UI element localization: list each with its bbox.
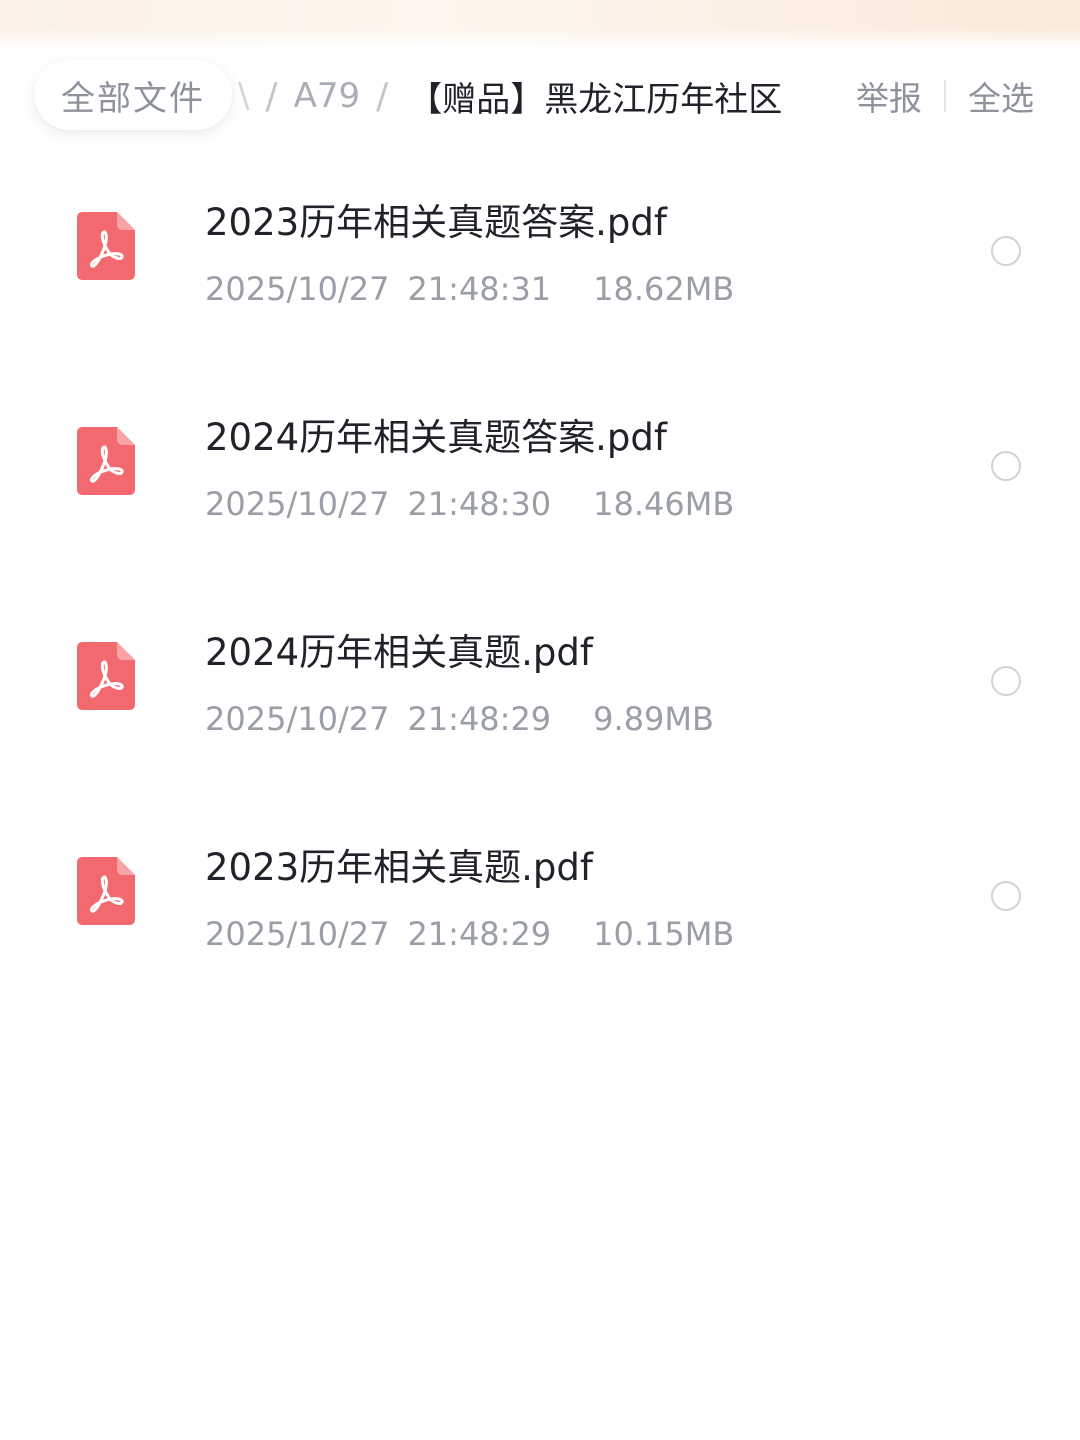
file-select-radio[interactable] [991,451,1021,481]
file-date: 2025/10/27 [205,915,390,953]
file-meta: 2025/10/27 21:48:29 9.89MB [205,700,714,738]
file-row[interactable]: 2023历年相关真题.pdf 2025/10/27 21:48:29 10.15… [0,811,1080,1026]
file-time: 21:48:29 [407,700,552,738]
file-browser-page: 全部文件 \ / A79 / 【赠品】黑龙江历年社区 举报 全选 2023历年相… [0,0,1080,1440]
file-select-radio[interactable] [991,881,1021,911]
file-meta: 2025/10/27 21:48:31 18.62MB [205,270,734,308]
top-gradient-strip [0,0,1080,48]
breadcrumb-separator: / [265,75,278,117]
file-size: 10.15MB [593,915,735,953]
breadcrumb-truncated-fragment: \ [238,76,250,116]
select-all-button[interactable]: 全选 [968,72,1034,120]
file-date: 2025/10/27 [205,700,390,738]
breadcrumb-separator: / [376,75,389,117]
file-name: 2024历年相关真题.pdf [205,631,593,674]
file-time: 21:48:30 [407,485,552,523]
file-meta: 2025/10/27 21:48:29 10.15MB [205,915,734,953]
file-list: 2023历年相关真题答案.pdf 2025/10/27 21:48:31 18.… [0,166,1080,1026]
file-row[interactable]: 2024历年相关真题答案.pdf 2025/10/27 21:48:30 18.… [0,381,1080,596]
file-date: 2025/10/27 [205,270,390,308]
header-actions: 举报 全选 [856,56,1034,136]
file-size: 9.89MB [593,700,714,738]
file-size: 18.46MB [593,485,735,523]
file-name: 2023历年相关真题答案.pdf [205,201,667,244]
file-row[interactable]: 2023历年相关真题答案.pdf 2025/10/27 21:48:31 18.… [0,166,1080,381]
pdf-icon [77,427,135,495]
report-button[interactable]: 举报 [856,72,922,120]
breadcrumb-current-folder: 【赠品】黑龙江历年社区 [408,79,783,120]
file-time: 21:48:31 [407,270,552,308]
action-divider [944,80,946,112]
file-select-radio[interactable] [991,666,1021,696]
pdf-icon [77,857,135,925]
file-row[interactable]: 2024历年相关真题.pdf 2025/10/27 21:48:29 9.89M… [0,596,1080,811]
file-name: 2023历年相关真题.pdf [205,846,593,889]
file-select-radio[interactable] [991,236,1021,266]
file-meta: 2025/10/27 21:48:30 18.46MB [205,485,734,523]
breadcrumb-bar: 全部文件 \ / A79 / 【赠品】黑龙江历年社区 举报 全选 [0,56,1080,136]
pdf-icon [77,212,135,280]
file-time: 21:48:29 [407,915,552,953]
pdf-icon [77,642,135,710]
breadcrumb-item-parent[interactable]: A79 [294,76,361,116]
file-name: 2024历年相关真题答案.pdf [205,416,667,459]
breadcrumb: \ / A79 / 【赠品】黑龙江历年社区 [232,56,782,136]
file-size: 18.62MB [593,270,735,308]
file-date: 2025/10/27 [205,485,390,523]
breadcrumb-home-button[interactable]: 全部文件 [34,60,232,130]
